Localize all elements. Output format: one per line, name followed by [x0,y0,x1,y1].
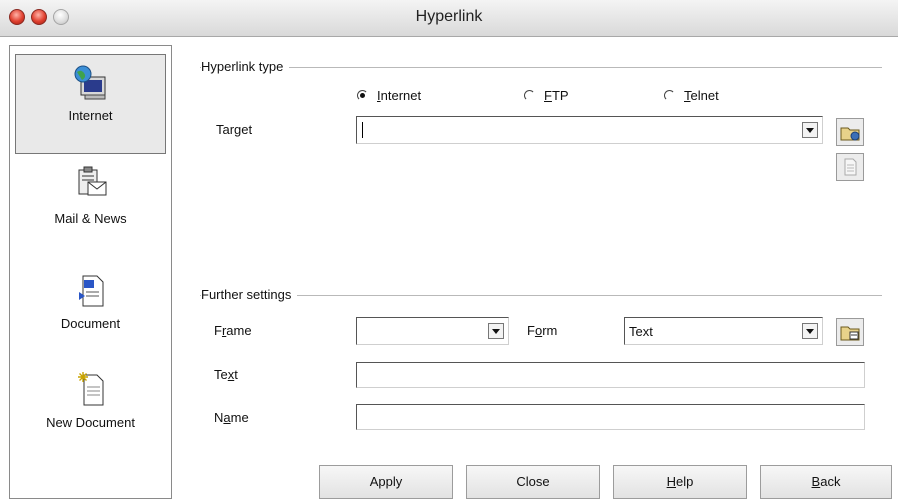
new-document-icon [77,372,103,406]
folder-globe-icon [840,127,860,141]
sidebar-item-document[interactable]: Document [10,264,171,364]
frame-label: Frame [214,323,252,338]
sidebar-item-mail-news[interactable]: Mail & News [10,156,171,256]
apply-button[interactable]: Apply [319,465,453,499]
window-title: Hyperlink [415,8,483,25]
close-button[interactable]: Close [466,465,600,499]
events-button[interactable] [836,318,864,346]
hyperlink-dialog: Hyperlink Internet Mail & News Document … [0,0,898,503]
folder-macro-icon [840,326,860,341]
name-label: Name [214,410,249,425]
back-button[interactable]: Back [760,465,892,499]
radio-internet[interactable]: Internet [357,86,421,104]
sidebar-item-label: Document [60,316,121,331]
hyperlink-type-sidebar: Internet Mail & News Document New Docume… [9,45,172,499]
radio-telnet[interactable]: Telnet [664,86,719,104]
radio-button-icon[interactable] [524,89,535,101]
text-field[interactable] [356,362,865,388]
sidebar-item-label: Mail & News [54,211,127,226]
radio-label-telnet: Telnet [684,87,719,103]
group-separator [200,67,882,68]
chevron-down-icon[interactable] [488,323,504,339]
target-label: Target [216,122,253,137]
sidebar-item-label: New Document [46,415,135,430]
sidebar-item-label: Internet [68,108,113,123]
form-label: Form [527,323,558,338]
name-field[interactable] [356,404,865,430]
further-settings-heading: Further settings [201,287,298,302]
document-icon [78,275,103,307]
form-value: Text [629,324,653,339]
radio-button-icon[interactable] [664,89,675,101]
sidebar-item-new-document[interactable]: New Document [10,363,171,463]
chevron-down-icon[interactable] [802,122,818,138]
radio-label-internet: Internet [377,87,422,103]
form-select[interactable]: Text [624,317,823,345]
target-in-document-button[interactable] [836,153,864,181]
help-button[interactable]: Help [613,465,747,499]
globe-computer-icon [74,65,105,100]
open-browser-button[interactable] [836,118,864,146]
frame-combobox[interactable] [356,317,509,345]
title-bar: Hyperlink [0,0,898,37]
mail-clipboard-icon [78,166,106,196]
text-cursor [362,122,363,138]
chevron-down-icon[interactable] [802,323,818,339]
radio-ftp[interactable]: FTP [524,86,569,104]
text-label: Text [214,367,238,382]
sidebar-item-internet[interactable]: Internet [15,54,166,154]
target-document-icon [844,158,857,176]
radio-label-ftp: FTP [544,87,569,103]
radio-button-checked-icon[interactable] [357,89,368,101]
hyperlink-type-heading: Hyperlink type [201,59,290,74]
group-separator [200,295,882,296]
target-combobox[interactable] [356,116,823,144]
